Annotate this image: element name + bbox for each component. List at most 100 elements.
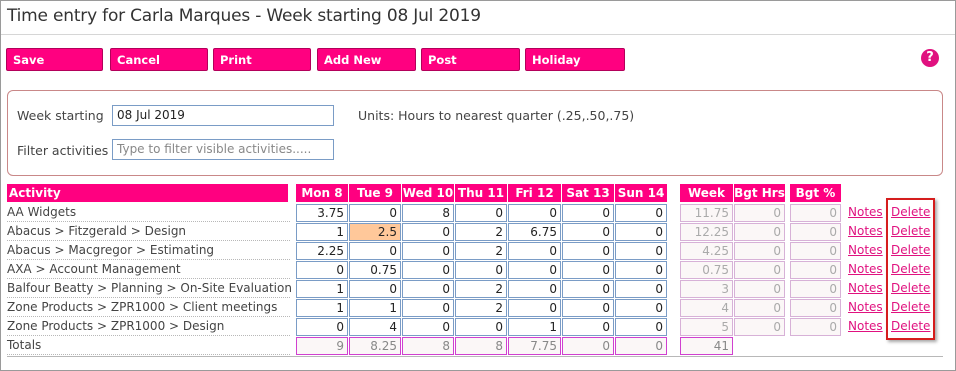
hours-cell-thu[interactable]: 2 bbox=[455, 223, 507, 241]
hours-cell-fri[interactable]: 0 bbox=[508, 204, 561, 222]
hours-cell-thu[interactable]: 2 bbox=[455, 299, 507, 317]
budget-hours-cell: 0 bbox=[734, 318, 785, 336]
help-icon[interactable]: ? bbox=[921, 49, 939, 67]
hours-cell-sun[interactable]: 0 bbox=[615, 299, 667, 317]
hours-cell-mon[interactable]: 1 bbox=[296, 223, 348, 241]
hours-cell-thu[interactable]: 0 bbox=[455, 318, 507, 336]
hours-cell-sat[interactable]: 0 bbox=[562, 318, 614, 336]
notes-link[interactable]: Notes bbox=[848, 281, 883, 295]
hours-cell-mon[interactable]: 3.75 bbox=[296, 204, 348, 222]
hours-cell-tue[interactable]: 1 bbox=[349, 299, 401, 317]
hours-cell-wed[interactable]: 0 bbox=[402, 299, 454, 317]
notes-link[interactable]: Notes bbox=[848, 300, 883, 314]
week-total-cell: 0.75 bbox=[680, 261, 733, 279]
delete-callout-highlight bbox=[886, 198, 935, 340]
totals-row: Totals 9 8.25 8 8 7.75 0 0 41 bbox=[7, 336, 907, 355]
column-header-week: Week bbox=[680, 184, 733, 202]
hours-cell-thu[interactable]: 0 bbox=[455, 261, 507, 279]
save-button[interactable]: Save bbox=[6, 48, 103, 71]
week-starting-input[interactable]: 08 Jul 2019 bbox=[112, 105, 334, 126]
hours-cell-sun[interactable]: 0 bbox=[615, 204, 667, 222]
budget-hours-cell: 0 bbox=[734, 299, 785, 317]
holiday-button[interactable]: Holiday bbox=[525, 48, 625, 71]
table-row: Abacus > Fitzgerald > Design 1 2.5 0 2 6.75 0 0… bbox=[7, 222, 930, 241]
table-row: AXA > Account Management 0 0.75 0 0 0 0 0 0.75 0 0… bbox=[7, 260, 930, 279]
hours-cell-thu[interactable]: 2 bbox=[455, 280, 507, 298]
hours-cell-fri[interactable]: 0 bbox=[508, 299, 561, 317]
week-total-cell: 12.25 bbox=[680, 223, 733, 241]
hours-cell-mon[interactable]: 0 bbox=[296, 318, 348, 336]
hours-cell-sun[interactable]: 0 bbox=[615, 223, 667, 241]
hours-cell-fri[interactable]: 1 bbox=[508, 318, 561, 336]
hours-cell-sat[interactable]: 0 bbox=[562, 204, 614, 222]
week-total-cell: 4 bbox=[680, 299, 733, 317]
notes-link[interactable]: Notes bbox=[848, 205, 883, 219]
hours-cell-tue[interactable]: 0.75 bbox=[349, 261, 401, 279]
hours-cell-sun[interactable]: 0 bbox=[615, 242, 667, 260]
hours-cell-tue[interactable]: 0 bbox=[349, 204, 401, 222]
hours-cell-fri[interactable]: 6.75 bbox=[508, 223, 561, 241]
column-header-bgt-pct: Bgt % bbox=[790, 184, 841, 202]
column-header-bgt-hrs: Bgt Hrs bbox=[734, 184, 785, 202]
cancel-button[interactable]: Cancel bbox=[110, 48, 208, 71]
hours-cell-thu[interactable]: 0 bbox=[455, 204, 507, 222]
total-cell-mon: 9 bbox=[296, 337, 348, 355]
hours-cell-sat[interactable]: 0 bbox=[562, 280, 614, 298]
week-total-cell: 3 bbox=[680, 280, 733, 298]
notes-link[interactable]: Notes bbox=[848, 262, 883, 276]
title-divider bbox=[1, 34, 955, 35]
hours-cell-fri[interactable]: 0 bbox=[508, 280, 561, 298]
hours-cell-mon[interactable]: 0 bbox=[296, 261, 348, 279]
units-note: Units: Hours to nearest quarter (.25,.50… bbox=[358, 108, 635, 123]
budget-percent-cell: 0 bbox=[790, 299, 841, 317]
notes-link[interactable]: Notes bbox=[848, 243, 883, 257]
activity-name: Balfour Beatty > Planning > On-Site Eval… bbox=[7, 279, 292, 298]
hours-cell-mon[interactable]: 1 bbox=[296, 280, 348, 298]
column-header-mon: Mon 8 bbox=[296, 184, 348, 202]
hours-cell-fri[interactable]: 0 bbox=[508, 242, 561, 260]
hours-cell-sun[interactable]: 0 bbox=[615, 261, 667, 279]
week-total-cell: 4.25 bbox=[680, 242, 733, 260]
notes-link[interactable]: Notes bbox=[848, 319, 883, 333]
hours-cell-sat[interactable]: 0 bbox=[562, 242, 614, 260]
hours-cell-sat[interactable]: 0 bbox=[562, 223, 614, 241]
print-button[interactable]: Print bbox=[213, 48, 311, 71]
budget-hours-cell: 0 bbox=[734, 223, 785, 241]
hours-cell-tue[interactable]: 0 bbox=[349, 242, 401, 260]
hours-cell-mon[interactable]: 2.25 bbox=[296, 242, 348, 260]
hours-cell-tue[interactable]: 4 bbox=[349, 318, 401, 336]
notes-link[interactable]: Notes bbox=[848, 224, 883, 238]
hours-cell-mon[interactable]: 1 bbox=[296, 299, 348, 317]
hours-cell-tue[interactable]: 2.5 bbox=[349, 223, 401, 241]
hours-cell-wed[interactable]: 0 bbox=[402, 242, 454, 260]
column-header-tue: Tue 9 bbox=[349, 184, 401, 202]
total-cell-fri: 7.75 bbox=[508, 337, 561, 355]
hours-cell-fri[interactable]: 0 bbox=[508, 261, 561, 279]
add-new-button[interactable]: Add New bbox=[317, 48, 416, 71]
hours-cell-wed[interactable]: 0 bbox=[402, 280, 454, 298]
hours-cell-tue[interactable]: 0 bbox=[349, 280, 401, 298]
activity-name: Abacus > Macgregor > Estimating bbox=[7, 241, 290, 260]
hours-cell-sat[interactable]: 0 bbox=[562, 261, 614, 279]
budget-percent-cell: 0 bbox=[790, 280, 841, 298]
hours-cell-wed[interactable]: 0 bbox=[402, 223, 454, 241]
budget-percent-cell: 0 bbox=[790, 242, 841, 260]
week-starting-label: Week starting bbox=[17, 108, 104, 123]
column-header-fri: Fri 12 bbox=[508, 184, 561, 202]
hours-cell-wed[interactable]: 0 bbox=[402, 261, 454, 279]
column-header-sun: Sun 14 bbox=[615, 184, 667, 202]
hours-cell-sun[interactable]: 0 bbox=[615, 318, 667, 336]
hours-cell-thu[interactable]: 2 bbox=[455, 242, 507, 260]
hours-cell-wed[interactable]: 8 bbox=[402, 204, 454, 222]
hours-cell-wed[interactable]: 0 bbox=[402, 318, 454, 336]
column-header-sat: Sat 13 bbox=[562, 184, 614, 202]
budget-hours-cell: 0 bbox=[734, 280, 785, 298]
activity-name: Zone Products > ZPR1000 > Client meeting… bbox=[7, 298, 290, 317]
hours-cell-sat[interactable]: 0 bbox=[562, 299, 614, 317]
total-cell-sat: 0 bbox=[562, 337, 614, 355]
filter-activities-input[interactable]: Type to filter visible activities..... bbox=[112, 139, 334, 160]
table-row: Balfour Beatty > Planning > On-Site Eval… bbox=[7, 279, 930, 298]
week-total-cell: 5 bbox=[680, 318, 733, 336]
hours-cell-sun[interactable]: 0 bbox=[615, 280, 667, 298]
post-button[interactable]: Post bbox=[421, 48, 520, 71]
